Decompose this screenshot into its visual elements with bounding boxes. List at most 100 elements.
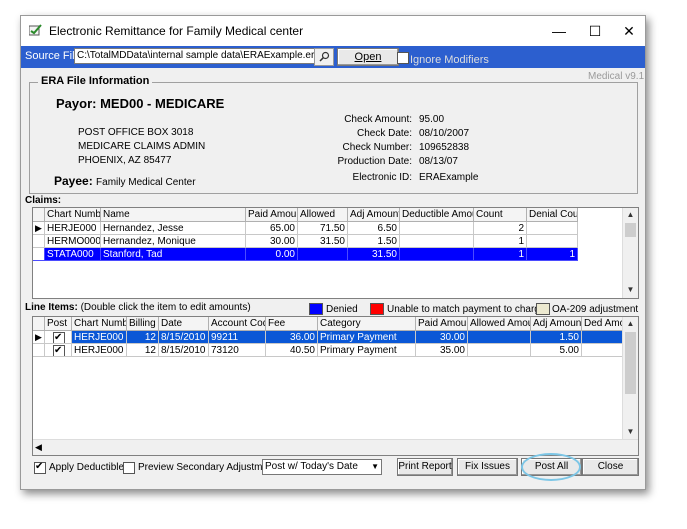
close-button[interactable]: Close bbox=[582, 458, 639, 476]
preview-secondary-checkbox[interactable] bbox=[123, 462, 135, 474]
post-date-select[interactable]: Post w/ Today's Date ▼ bbox=[262, 459, 382, 475]
claims-grid[interactable]: Chart Number Name Paid Amount Allowed Ad… bbox=[32, 207, 639, 299]
check-number-label: Check Number: bbox=[342, 142, 412, 153]
li-header-post[interactable]: Post bbox=[45, 317, 72, 331]
apply-deductible-checkbox[interactable] bbox=[34, 461, 46, 474]
scroll-left-icon[interactable]: ◀ bbox=[35, 440, 42, 455]
row-pointer-icon: ▶ bbox=[33, 222, 45, 235]
li-header-category[interactable]: Category bbox=[318, 317, 416, 331]
payee: Payee: Family Medical Center bbox=[54, 174, 196, 188]
claim-denial: 1 bbox=[527, 248, 578, 261]
source-file-input[interactable]: C:\TotalMDData\internal sample data\ERAE… bbox=[74, 48, 318, 64]
claims-header-name[interactable]: Name bbox=[101, 208, 246, 222]
claims-header-chart[interactable]: Chart Number bbox=[45, 208, 101, 222]
scroll-up-icon[interactable]: ▲ bbox=[623, 208, 638, 222]
payor: Payor: MED00 - MEDICARE bbox=[56, 96, 224, 111]
post-date-value: Post w/ Today's Date bbox=[265, 461, 358, 472]
era-info-title: ERA File Information bbox=[38, 75, 153, 87]
ignore-modifiers-checkbox[interactable] bbox=[397, 52, 409, 64]
payee-value: Family Medical Center bbox=[96, 177, 196, 188]
window-title: Electronic Remittance for Family Medical… bbox=[49, 24, 304, 38]
claims-header-adj[interactable]: Adj Amount bbox=[348, 208, 400, 222]
legend-oa209-swatch bbox=[536, 303, 550, 315]
claims-header-allowed[interactable]: Allowed bbox=[298, 208, 348, 222]
li-header-paid[interactable]: Paid Amount bbox=[416, 317, 468, 331]
address-line-2: MEDICARE CLAIMS ADMIN bbox=[78, 141, 206, 152]
row-pointer-icon: ▶ bbox=[33, 331, 45, 344]
claim-adj: 6.50 bbox=[348, 222, 400, 235]
claim-adj: 31.50 bbox=[348, 248, 400, 261]
li-account: 99211 bbox=[209, 331, 266, 344]
claim-chart: HERJE000 bbox=[45, 222, 101, 235]
claims-header-deductible[interactable]: Deductible Amount bbox=[400, 208, 474, 222]
li-header-ded[interactable]: Ded Amou bbox=[582, 317, 623, 331]
fix-issues-button[interactable]: Fix Issues bbox=[457, 458, 518, 476]
claim-chart: STATA000 bbox=[45, 248, 101, 261]
claims-header-count[interactable]: Count bbox=[474, 208, 527, 222]
claim-adj: 1.50 bbox=[348, 235, 400, 248]
app-icon bbox=[29, 24, 42, 36]
post-checkbox[interactable] bbox=[53, 344, 65, 356]
claim-name: Stanford, Tad bbox=[101, 248, 246, 261]
li-header-adj[interactable]: Adj Amount bbox=[531, 317, 582, 331]
post-checkbox-cell[interactable] bbox=[45, 331, 72, 344]
legend-unmatched-label: Unable to match payment to charge bbox=[387, 304, 546, 315]
era-window: Electronic Remittance for Family Medical… bbox=[20, 15, 646, 490]
scroll-down-icon[interactable]: ▼ bbox=[623, 283, 638, 297]
li-category: Primary Payment bbox=[318, 331, 416, 344]
li-date: 8/15/2010 bbox=[159, 331, 209, 344]
claim-name: Hernandez, Jesse bbox=[101, 222, 246, 235]
claim-denial bbox=[527, 235, 578, 248]
claims-header-indicator bbox=[33, 208, 45, 222]
maximize-icon[interactable]: ☐ bbox=[577, 20, 613, 42]
open-button[interactable]: Open bbox=[337, 48, 399, 66]
production-date-value: 08/13/07 bbox=[419, 156, 458, 167]
claim-deductible bbox=[400, 235, 474, 248]
li-allowed bbox=[468, 344, 531, 357]
line-items-vscrollbar[interactable]: ▲ ▼ bbox=[622, 317, 638, 439]
apply-deductible-label: Apply Deductible bbox=[49, 462, 125, 473]
check-amount-value: 95.00 bbox=[419, 114, 445, 125]
li-category: Primary Payment bbox=[318, 344, 416, 357]
li-header-indicator bbox=[33, 317, 45, 331]
claim-allowed: 31.50 bbox=[298, 235, 348, 248]
li-fee: 36.00 bbox=[266, 331, 318, 344]
claims-scrollbar[interactable]: ▲ ▼ bbox=[622, 208, 638, 298]
li-header-fee[interactable]: Fee bbox=[266, 317, 318, 331]
address-line-3: PHOENIX, AZ 85477 bbox=[78, 155, 172, 166]
check-date-label: Check Date: bbox=[356, 128, 412, 139]
legend-denied-label: Denied bbox=[326, 304, 358, 315]
legend-unmatched-swatch bbox=[370, 303, 384, 315]
check-amount-label: Check Amount: bbox=[344, 114, 412, 125]
minimize-icon[interactable]: — bbox=[541, 20, 577, 42]
claims-header-paid[interactable]: Paid Amount bbox=[246, 208, 298, 222]
li-header-account[interactable]: Account Code bbox=[209, 317, 266, 331]
browse-button[interactable] bbox=[314, 48, 334, 66]
li-header-billing[interactable]: Billing bbox=[127, 317, 159, 331]
scroll-up-icon[interactable]: ▲ bbox=[623, 317, 638, 331]
payee-label: Payee: bbox=[54, 174, 93, 188]
line-items-hint: (Double click the item to edit amounts) bbox=[80, 302, 251, 313]
li-header-chart[interactable]: Chart Number bbox=[72, 317, 127, 331]
scroll-thumb[interactable] bbox=[625, 223, 636, 237]
li-header-date[interactable]: Date bbox=[159, 317, 209, 331]
close-icon[interactable]: ✕ bbox=[611, 20, 645, 42]
version-label: Medical v9.1 bbox=[588, 71, 645, 82]
open-button-label: Open bbox=[354, 51, 382, 63]
claim-allowed bbox=[298, 248, 348, 261]
address-line-1: POST OFFICE BOX 3018 bbox=[78, 127, 194, 138]
claims-header-denial[interactable]: Denial Count bbox=[527, 208, 578, 222]
claim-deductible bbox=[400, 222, 474, 235]
claim-paid: 0.00 bbox=[246, 248, 298, 261]
li-adj: 5.00 bbox=[531, 344, 582, 357]
ignore-modifiers-label: Ignore Modifiers bbox=[410, 54, 489, 66]
scroll-down-icon[interactable]: ▼ bbox=[623, 425, 638, 439]
li-ded bbox=[582, 344, 623, 357]
line-items-grid[interactable]: Post Chart Number Billing Date Account C… bbox=[32, 316, 639, 456]
line-items-heading: Line Items: (Double click the item to ed… bbox=[25, 302, 251, 313]
post-checkbox-cell[interactable] bbox=[45, 344, 72, 357]
li-header-allowed[interactable]: Allowed Amount bbox=[468, 317, 531, 331]
scroll-thumb[interactable] bbox=[625, 332, 636, 394]
post-checkbox[interactable] bbox=[53, 331, 65, 343]
print-report-button[interactable]: Print Report bbox=[397, 458, 453, 476]
